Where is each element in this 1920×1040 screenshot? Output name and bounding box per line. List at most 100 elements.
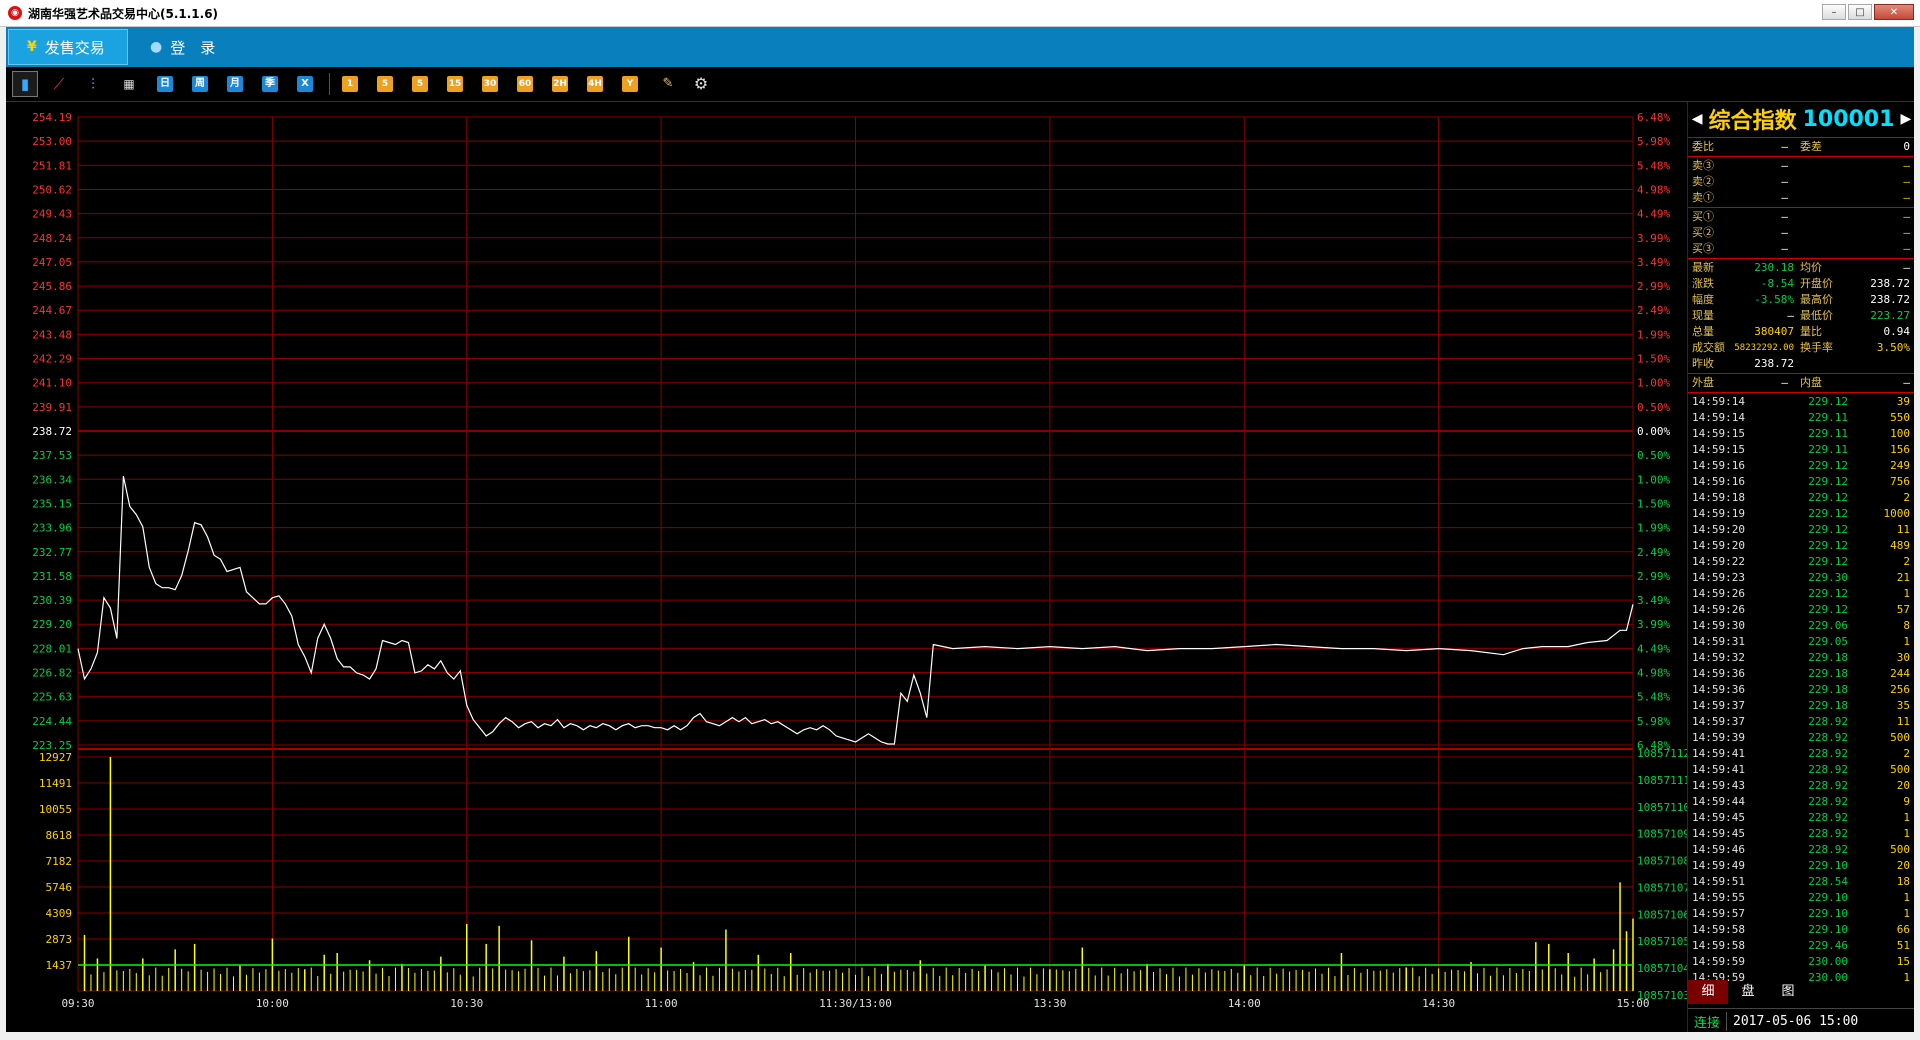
yen-icon: ¥ [27,39,37,55]
tick-time: 14:59:20 [1692,539,1745,552]
tick-volume: 100 [1890,427,1910,440]
volume-tick-label: 8618 [46,829,73,842]
stat-label: 涨跌 [1692,277,1714,290]
percent-tick-label: 1.50% [1637,353,1670,366]
tick-time: 14:59:23 [1692,571,1745,584]
cumulative-volume-label: 10857107 [1637,881,1687,894]
tick-time: 14:59:18 [1692,491,1745,504]
tick-time: 14:59:57 [1692,907,1745,920]
stat-value: -3.58% [1754,293,1794,306]
tick-list[interactable]: 14:59:14 229.12 39 14:59:14 229.11 550 14:59:1… [1688,394,1914,986]
percent-tick-label: 4.98% [1637,667,1670,680]
tick-volume: 500 [1890,763,1910,776]
calendar-icon[interactable]: ▦ [118,76,140,92]
period-day-button[interactable]: 日 [157,76,173,92]
tick-row: 14:59:18 229.12 2 [1688,490,1914,506]
stat-value: 238.72 [1754,357,1794,370]
stat-row: 现量 — 最低价 223.27 [1688,308,1914,324]
tick-row: 14:59:45 228.92 1 [1688,810,1914,826]
tick-price: 228.92 [1808,827,1848,840]
percent-tick-label: 0.00% [1637,425,1670,438]
minimize-button[interactable]: – [1822,4,1846,20]
tick-price: 229.12 [1808,587,1848,600]
stat-label: 均价 [1800,261,1822,274]
period-30min-button[interactable]: 30 [482,76,498,92]
stat-value: 223.27 [1870,309,1910,322]
period-month-button[interactable]: 月 [227,76,243,92]
tab-login[interactable]: ● 登 录 [146,29,215,65]
tick-volume: 2 [1903,747,1910,760]
tab-issue-trade[interactable]: ¥ 发售交易 [8,29,128,65]
percent-tick-label: 0.50% [1637,449,1670,462]
tab-graph[interactable]: 图 [1768,980,1808,1004]
close-button[interactable]: ✕ [1874,4,1914,20]
quote-stats: 最新 230.18 均价 — 涨跌 -8.54 开盘价 238.72 幅度 -3.58% 最高价 23… [1688,260,1914,372]
tab-issue-trade-label: 发售交易 [44,38,105,57]
tick-price: 229.10 [1808,923,1848,936]
settings-gear-icon[interactable]: ⚙ [692,76,710,92]
period-3min-button[interactable]: 5 [377,76,393,92]
tick-volume: 1 [1903,811,1910,824]
period-15min-button[interactable]: 15 [447,76,463,92]
symbol-name: 综合指数 [1708,109,1797,134]
intraday-chart[interactable]: 254.19 6.48% 253.00 5.98% 251.81 5.48% 250.62 4… [6,102,1687,1032]
volume-tick-label: 4309 [46,907,73,920]
candlestick-icon[interactable]: ⫶ [82,76,104,92]
percent-tick-label: 2.99% [1637,280,1670,293]
price-tick-label: 230.39 [32,594,72,607]
tick-row: 14:59:57 229.10 1 [1688,906,1914,922]
tick-price: 229.10 [1808,859,1848,872]
prev-symbol-icon[interactable]: ◀ [1692,111,1703,127]
chart-toolbar: ▮ ⟋ ⫶ ▦ 日 周 月 季 X 1 5 5 15 30 60 2H 4H Y… [6,67,1914,102]
time-tick-label: 13:30 [1033,997,1066,1010]
tick-volume: 156 [1890,443,1910,456]
inner-outer-row: 外盘 — 内盘 — [1688,375,1914,391]
volume-tick-label: 11491 [39,777,72,790]
period-4h-button[interactable]: 4H [587,76,603,92]
price-tick-label: 242.29 [32,353,72,366]
tab-detail[interactable]: 细 [1688,980,1728,1004]
tick-row: 14:59:55 229.10 1 [1688,890,1914,906]
period-x-button[interactable]: X [297,76,313,92]
tick-time: 14:59:58 [1692,923,1745,936]
price-tick-label: 241.10 [32,377,72,390]
line-chart-icon[interactable]: ⟋ [48,76,70,92]
bid-row: 买① — — [1688,209,1914,225]
symbol-code: 100001 [1802,106,1895,132]
tick-time: 14:59:14 [1692,411,1745,424]
period-60min-button[interactable]: 60 [517,76,533,92]
percent-tick-label: 4.49% [1637,642,1670,655]
stat-value: 58232292.00 [1734,343,1794,353]
server-datetime: 2017-05-06 15:00 [1733,1013,1859,1029]
tick-volume: 20 [1896,779,1910,792]
stat-label: 最高价 [1800,293,1833,306]
period-quarter-button[interactable]: 季 [262,76,278,92]
period-year-button[interactable]: Y [622,76,638,92]
draw-tool-icon[interactable]: ✎ [657,76,679,92]
divider [1688,258,1914,259]
tick-price: 228.92 [1808,811,1848,824]
period-week-button[interactable]: 周 [192,76,208,92]
next-symbol-icon[interactable]: ▶ [1900,111,1911,127]
period-5min-button[interactable]: 5 [412,76,428,92]
tick-price: 228.92 [1808,747,1848,760]
tick-time: 14:59:51 [1692,875,1745,888]
weibi-row: 委比 — 委差 0 [1688,139,1914,155]
maximize-button[interactable]: □ [1848,4,1872,20]
bar-chart-icon[interactable]: ▮ [12,71,38,97]
price-tick-label: 243.48 [32,328,72,341]
tick-row: 14:59:15 229.11 156 [1688,442,1914,458]
waipan-label: 外盘 [1692,376,1714,389]
title-bar: ◉ 湖南华强艺术品交易中心(5.1.1.6) – □ ✕ [0,0,1920,27]
divider [1688,392,1914,393]
tick-price: 228.92 [1808,843,1848,856]
volume-tick-label: 5746 [46,881,73,894]
stat-value: — [1903,261,1910,274]
stat-value: 3.50% [1876,341,1910,354]
period-2h-button[interactable]: 2H [552,76,568,92]
tab-book[interactable]: 盘 [1728,980,1768,1004]
percent-tick-label: 1.50% [1637,497,1670,510]
tick-time: 14:59:59 [1692,955,1745,968]
period-1min-button[interactable]: 1 [342,76,358,92]
stat-value: 238.72 [1870,277,1910,290]
